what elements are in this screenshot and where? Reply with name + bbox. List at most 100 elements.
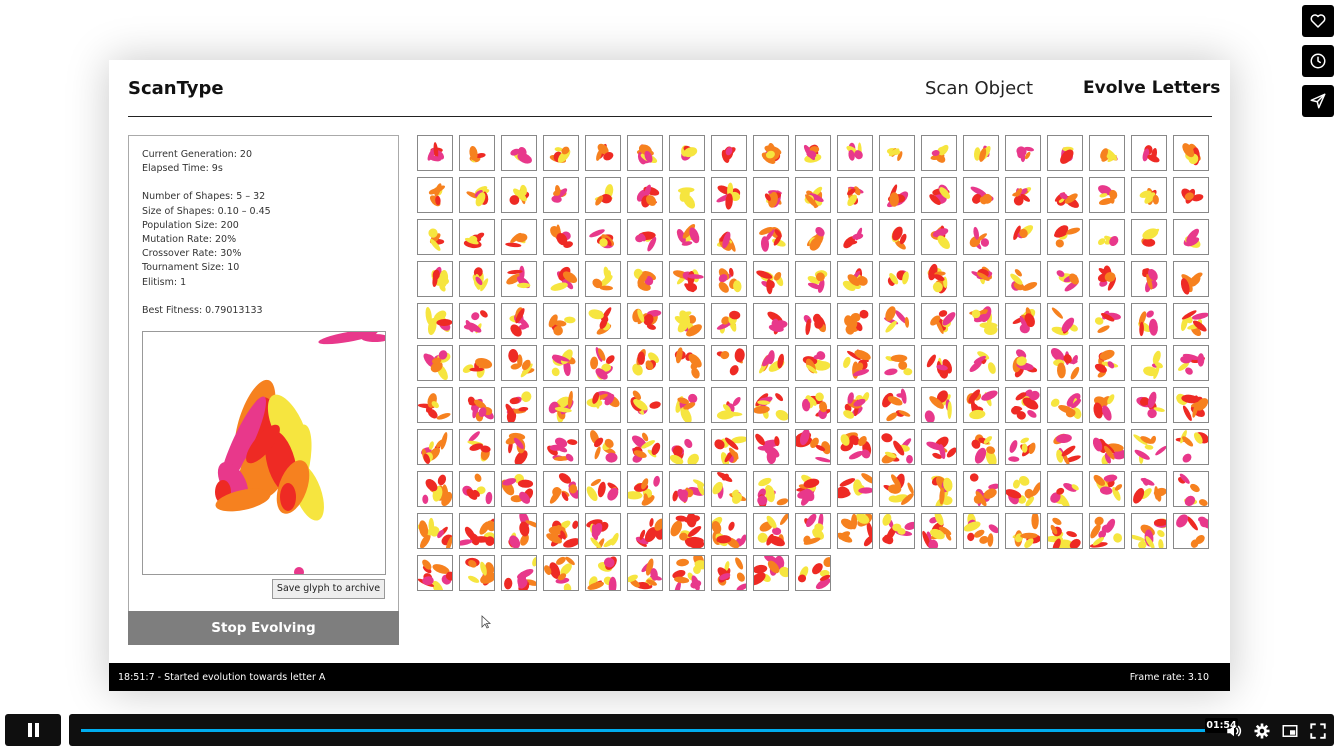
population-glyph bbox=[753, 471, 789, 507]
population-glyph bbox=[837, 387, 873, 423]
population-glyph bbox=[1005, 471, 1041, 507]
population-glyph bbox=[837, 177, 873, 213]
tournament-size: Tournament Size: 10 bbox=[142, 262, 240, 274]
population-glyph bbox=[795, 345, 831, 381]
header-divider bbox=[128, 116, 1212, 117]
elitism: Elitism: 1 bbox=[142, 276, 187, 288]
population-glyph bbox=[1005, 135, 1041, 171]
population-glyph bbox=[921, 177, 957, 213]
population-glyph bbox=[837, 513, 873, 549]
population-glyph bbox=[795, 513, 831, 549]
population-glyph bbox=[711, 261, 747, 297]
population-glyph bbox=[837, 345, 873, 381]
population-glyph bbox=[417, 345, 453, 381]
nav-evolve-letters[interactable]: Evolve Letters bbox=[1083, 78, 1220, 98]
population-glyph bbox=[1005, 303, 1041, 339]
population-glyph bbox=[837, 471, 873, 507]
population-glyph bbox=[795, 261, 831, 297]
population-glyph bbox=[501, 303, 537, 339]
population-glyph bbox=[459, 177, 495, 213]
population-glyph bbox=[501, 555, 537, 591]
population-glyph bbox=[627, 429, 663, 465]
population-glyph bbox=[417, 261, 453, 297]
population-glyph bbox=[543, 387, 579, 423]
population-glyph bbox=[879, 219, 915, 255]
nav-scan-object[interactable]: Scan Object bbox=[925, 78, 1033, 99]
population-glyph bbox=[669, 387, 705, 423]
population-glyph bbox=[1089, 345, 1125, 381]
population-glyph bbox=[585, 429, 621, 465]
population-glyph bbox=[1173, 303, 1209, 339]
population-glyph bbox=[1005, 387, 1041, 423]
population-glyph bbox=[1047, 135, 1083, 171]
population-glyph bbox=[1005, 345, 1041, 381]
frame-rate: Frame rate: 3.10 bbox=[1129, 672, 1209, 683]
population-glyph bbox=[543, 345, 579, 381]
population-glyph bbox=[795, 177, 831, 213]
population-glyph bbox=[879, 429, 915, 465]
population-glyph bbox=[459, 387, 495, 423]
population-glyph bbox=[669, 135, 705, 171]
population-glyph bbox=[501, 261, 537, 297]
population-glyph bbox=[417, 387, 453, 423]
population-glyph bbox=[963, 219, 999, 255]
population-glyph bbox=[543, 177, 579, 213]
population-glyph bbox=[795, 135, 831, 171]
population-glyph bbox=[795, 555, 831, 591]
population-glyph bbox=[669, 303, 705, 339]
population-glyph bbox=[711, 429, 747, 465]
population-glyph bbox=[837, 303, 873, 339]
population-glyph bbox=[1005, 513, 1041, 549]
population-glyph bbox=[585, 387, 621, 423]
population-glyph bbox=[627, 177, 663, 213]
population-glyph bbox=[1047, 261, 1083, 297]
settings-icon[interactable] bbox=[1253, 722, 1271, 740]
progress-track[interactable]: 01:54 bbox=[81, 718, 1238, 733]
population-glyph bbox=[459, 555, 495, 591]
population-glyph bbox=[501, 429, 537, 465]
current-generation: Current Generation: 20 bbox=[142, 149, 253, 160]
population-glyph bbox=[1089, 387, 1125, 423]
population-glyph bbox=[417, 429, 453, 465]
population-glyph bbox=[1047, 387, 1083, 423]
population-glyph bbox=[963, 387, 999, 423]
population-glyph bbox=[627, 261, 663, 297]
elapsed-time: Elapsed Time: 9s bbox=[142, 163, 223, 175]
population-glyph bbox=[627, 219, 663, 255]
population-glyph bbox=[1131, 177, 1167, 213]
population-glyph bbox=[879, 135, 915, 171]
population-glyph bbox=[585, 513, 621, 549]
volume-icon[interactable] bbox=[1225, 722, 1243, 740]
population-glyph bbox=[1089, 471, 1125, 507]
population-glyph bbox=[459, 345, 495, 381]
pause-button[interactable] bbox=[5, 714, 61, 746]
like-button[interactable] bbox=[1302, 5, 1334, 37]
status-message: 18:51:7 - Started evolution towards lett… bbox=[118, 672, 326, 683]
population-glyph bbox=[627, 345, 663, 381]
population-glyph bbox=[711, 555, 747, 591]
progress-bar-container: 01:54 bbox=[69, 714, 1334, 746]
population-glyph bbox=[711, 345, 747, 381]
population-glyph bbox=[627, 471, 663, 507]
stop-evolving-button[interactable]: Stop Evolving bbox=[128, 611, 399, 645]
population-glyph bbox=[1047, 429, 1083, 465]
share-button[interactable] bbox=[1302, 85, 1334, 117]
fullscreen-icon[interactable] bbox=[1309, 722, 1327, 740]
population-glyph bbox=[669, 219, 705, 255]
population-glyph bbox=[1173, 219, 1209, 255]
population-glyph bbox=[417, 219, 453, 255]
save-glyph-button[interactable]: Save glyph to archive bbox=[272, 579, 385, 599]
pip-icon[interactable] bbox=[1281, 722, 1299, 740]
population-glyph bbox=[585, 303, 621, 339]
population-glyph bbox=[459, 261, 495, 297]
population-glyph bbox=[1089, 303, 1125, 339]
population-glyph bbox=[459, 135, 495, 171]
best-fitness: Best Fitness: 0.79013133 bbox=[142, 304, 263, 316]
population-glyph bbox=[1131, 261, 1167, 297]
status-bar: 18:51:7 - Started evolution towards lett… bbox=[109, 663, 1230, 691]
watch-later-button[interactable] bbox=[1302, 45, 1334, 77]
mutation-rate: Mutation Rate: 20% bbox=[142, 234, 237, 246]
population-glyph bbox=[879, 177, 915, 213]
population-glyph bbox=[879, 387, 915, 423]
population-glyph bbox=[795, 471, 831, 507]
